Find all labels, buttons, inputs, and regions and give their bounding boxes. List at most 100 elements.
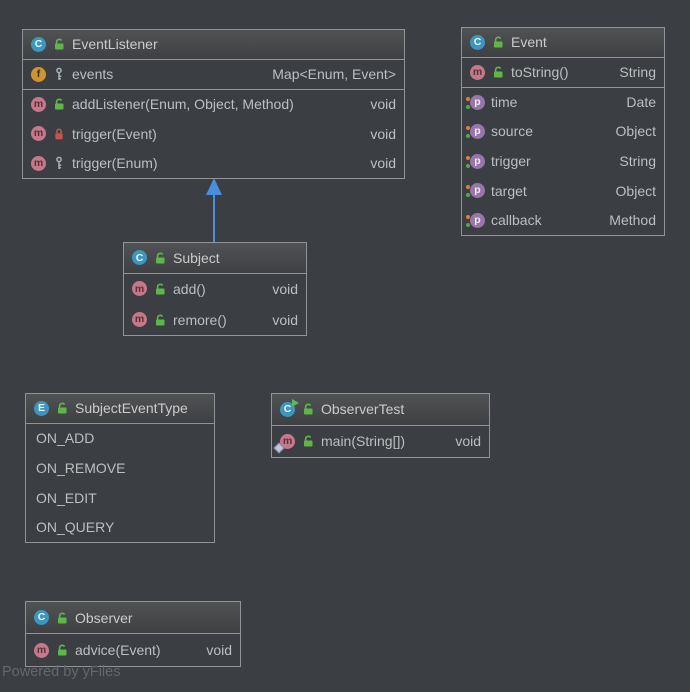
member-name: source [491, 123, 533, 139]
public-lock-icon [52, 37, 66, 51]
public-lock-icon [55, 643, 69, 657]
method-icon: m [31, 97, 46, 112]
enum-constant: ON_EDIT [36, 490, 97, 506]
node-header: C ObserverTest [272, 394, 489, 426]
member-name: target [491, 183, 527, 199]
member-name: trigger [491, 153, 531, 169]
method-icon: m [31, 126, 46, 141]
member-type: Object [606, 183, 656, 199]
property-row: p source Object [462, 117, 664, 147]
class-node-subject[interactable]: C Subject m add() void m remore() void [123, 242, 307, 336]
field-icon: f [31, 67, 46, 82]
member-name: main(String[]) [321, 433, 405, 449]
method-row: m toString() String [462, 58, 664, 88]
field-row: f events Map<Enum, Event> [23, 60, 404, 90]
member-type: void [360, 155, 396, 171]
enum-icon: E [34, 401, 49, 416]
runnable-class-icon: C [280, 402, 295, 417]
method-icon: m [470, 65, 485, 80]
member-type: void [196, 642, 232, 658]
class-name: EventListener [72, 36, 158, 52]
member-name: time [491, 94, 517, 110]
property-icon: p [470, 183, 485, 198]
member-name: callback [491, 212, 542, 228]
class-node-event[interactable]: C Event m toString() String p time Date … [461, 27, 665, 236]
private-lock-icon [52, 127, 66, 141]
class-name: Observer [75, 610, 133, 626]
enum-name: SubjectEventType [75, 400, 188, 416]
member-type: Date [616, 94, 656, 110]
method-row: m addListener(Enum, Object, Method) void [23, 89, 404, 119]
public-lock-icon [153, 251, 167, 265]
enum-constant-row: ON_QUERY [26, 512, 214, 542]
class-name: ObserverTest [321, 401, 404, 417]
enum-constant-row: ON_EDIT [26, 483, 214, 513]
public-lock-icon [301, 434, 315, 448]
class-node-observertest[interactable]: C ObserverTest m main(String[]) void [271, 393, 490, 458]
yfiles-watermark: Powered by yFiles [2, 664, 120, 680]
property-icon: p [470, 154, 485, 169]
public-lock-icon [491, 35, 505, 49]
member-type: void [262, 312, 298, 328]
method-row: m trigger(Enum) void [23, 148, 404, 178]
class-node-observer[interactable]: C Observer m advice(Event) void [25, 601, 241, 667]
class-icon: C [31, 37, 46, 52]
property-row: p time Date [462, 87, 664, 117]
class-name: Subject [173, 250, 220, 266]
method-row: m advice(Event) void [26, 634, 240, 666]
member-name: trigger(Event) [72, 126, 157, 142]
public-lock-icon [55, 611, 69, 625]
public-lock-icon [55, 401, 69, 415]
key-icon [52, 156, 66, 170]
property-row: p trigger String [462, 146, 664, 176]
member-type: String [609, 153, 656, 169]
enum-constant-row: ON_ADD [26, 424, 214, 454]
property-row: p callback Method [462, 205, 664, 235]
member-name: add() [173, 281, 206, 297]
node-header: E SubjectEventType [26, 394, 214, 424]
property-icon: p [470, 95, 485, 110]
member-type: void [445, 433, 481, 449]
public-lock-icon [491, 65, 505, 79]
class-node-eventlistener[interactable]: C EventListener f events Map<Enum, Event… [22, 29, 405, 179]
node-header: C EventListener [23, 30, 404, 60]
member-type: Method [599, 212, 656, 228]
property-icon: p [470, 213, 485, 228]
public-lock-icon [301, 402, 315, 416]
inheritance-edge[interactable] [213, 194, 215, 242]
node-header: C Event [462, 28, 664, 58]
method-icon: m [132, 281, 147, 296]
public-lock-icon [52, 97, 66, 111]
member-type: void [360, 96, 396, 112]
node-header: C Observer [26, 602, 240, 634]
public-lock-icon [153, 313, 167, 327]
member-type: void [360, 126, 396, 142]
member-type: Map<Enum, Event> [262, 66, 396, 82]
method-icon: m [34, 643, 49, 658]
key-icon [52, 67, 66, 81]
method-row: m main(String[]) void [272, 426, 489, 458]
member-name: events [72, 66, 113, 82]
enum-constant: ON_QUERY [36, 519, 114, 535]
member-name: remore() [173, 312, 227, 328]
class-name: Event [511, 34, 547, 50]
class-icon: C [34, 610, 49, 625]
member-name: advice(Event) [75, 642, 161, 658]
run-triangle-overlay-icon [292, 399, 299, 407]
enum-constant: ON_ADD [36, 430, 94, 446]
method-icon: m [31, 156, 46, 171]
member-type: void [262, 281, 298, 297]
enum-constant: ON_REMOVE [36, 460, 125, 476]
static-diamond-badge [273, 442, 284, 453]
property-icon: p [470, 124, 485, 139]
member-name: trigger(Enum) [72, 155, 158, 171]
enum-node-subjecteventtype[interactable]: E SubjectEventType ON_ADD ON_REMOVE ON_E… [25, 393, 215, 543]
method-row: m remore() void [124, 304, 306, 335]
property-row: p target Object [462, 176, 664, 206]
class-icon: C [132, 250, 147, 265]
member-name: addListener(Enum, Object, Method) [72, 96, 294, 112]
enum-constant-row: ON_REMOVE [26, 453, 214, 483]
static-method-icon: m [280, 434, 295, 449]
public-lock-icon [153, 282, 167, 296]
node-header: C Subject [124, 243, 306, 274]
